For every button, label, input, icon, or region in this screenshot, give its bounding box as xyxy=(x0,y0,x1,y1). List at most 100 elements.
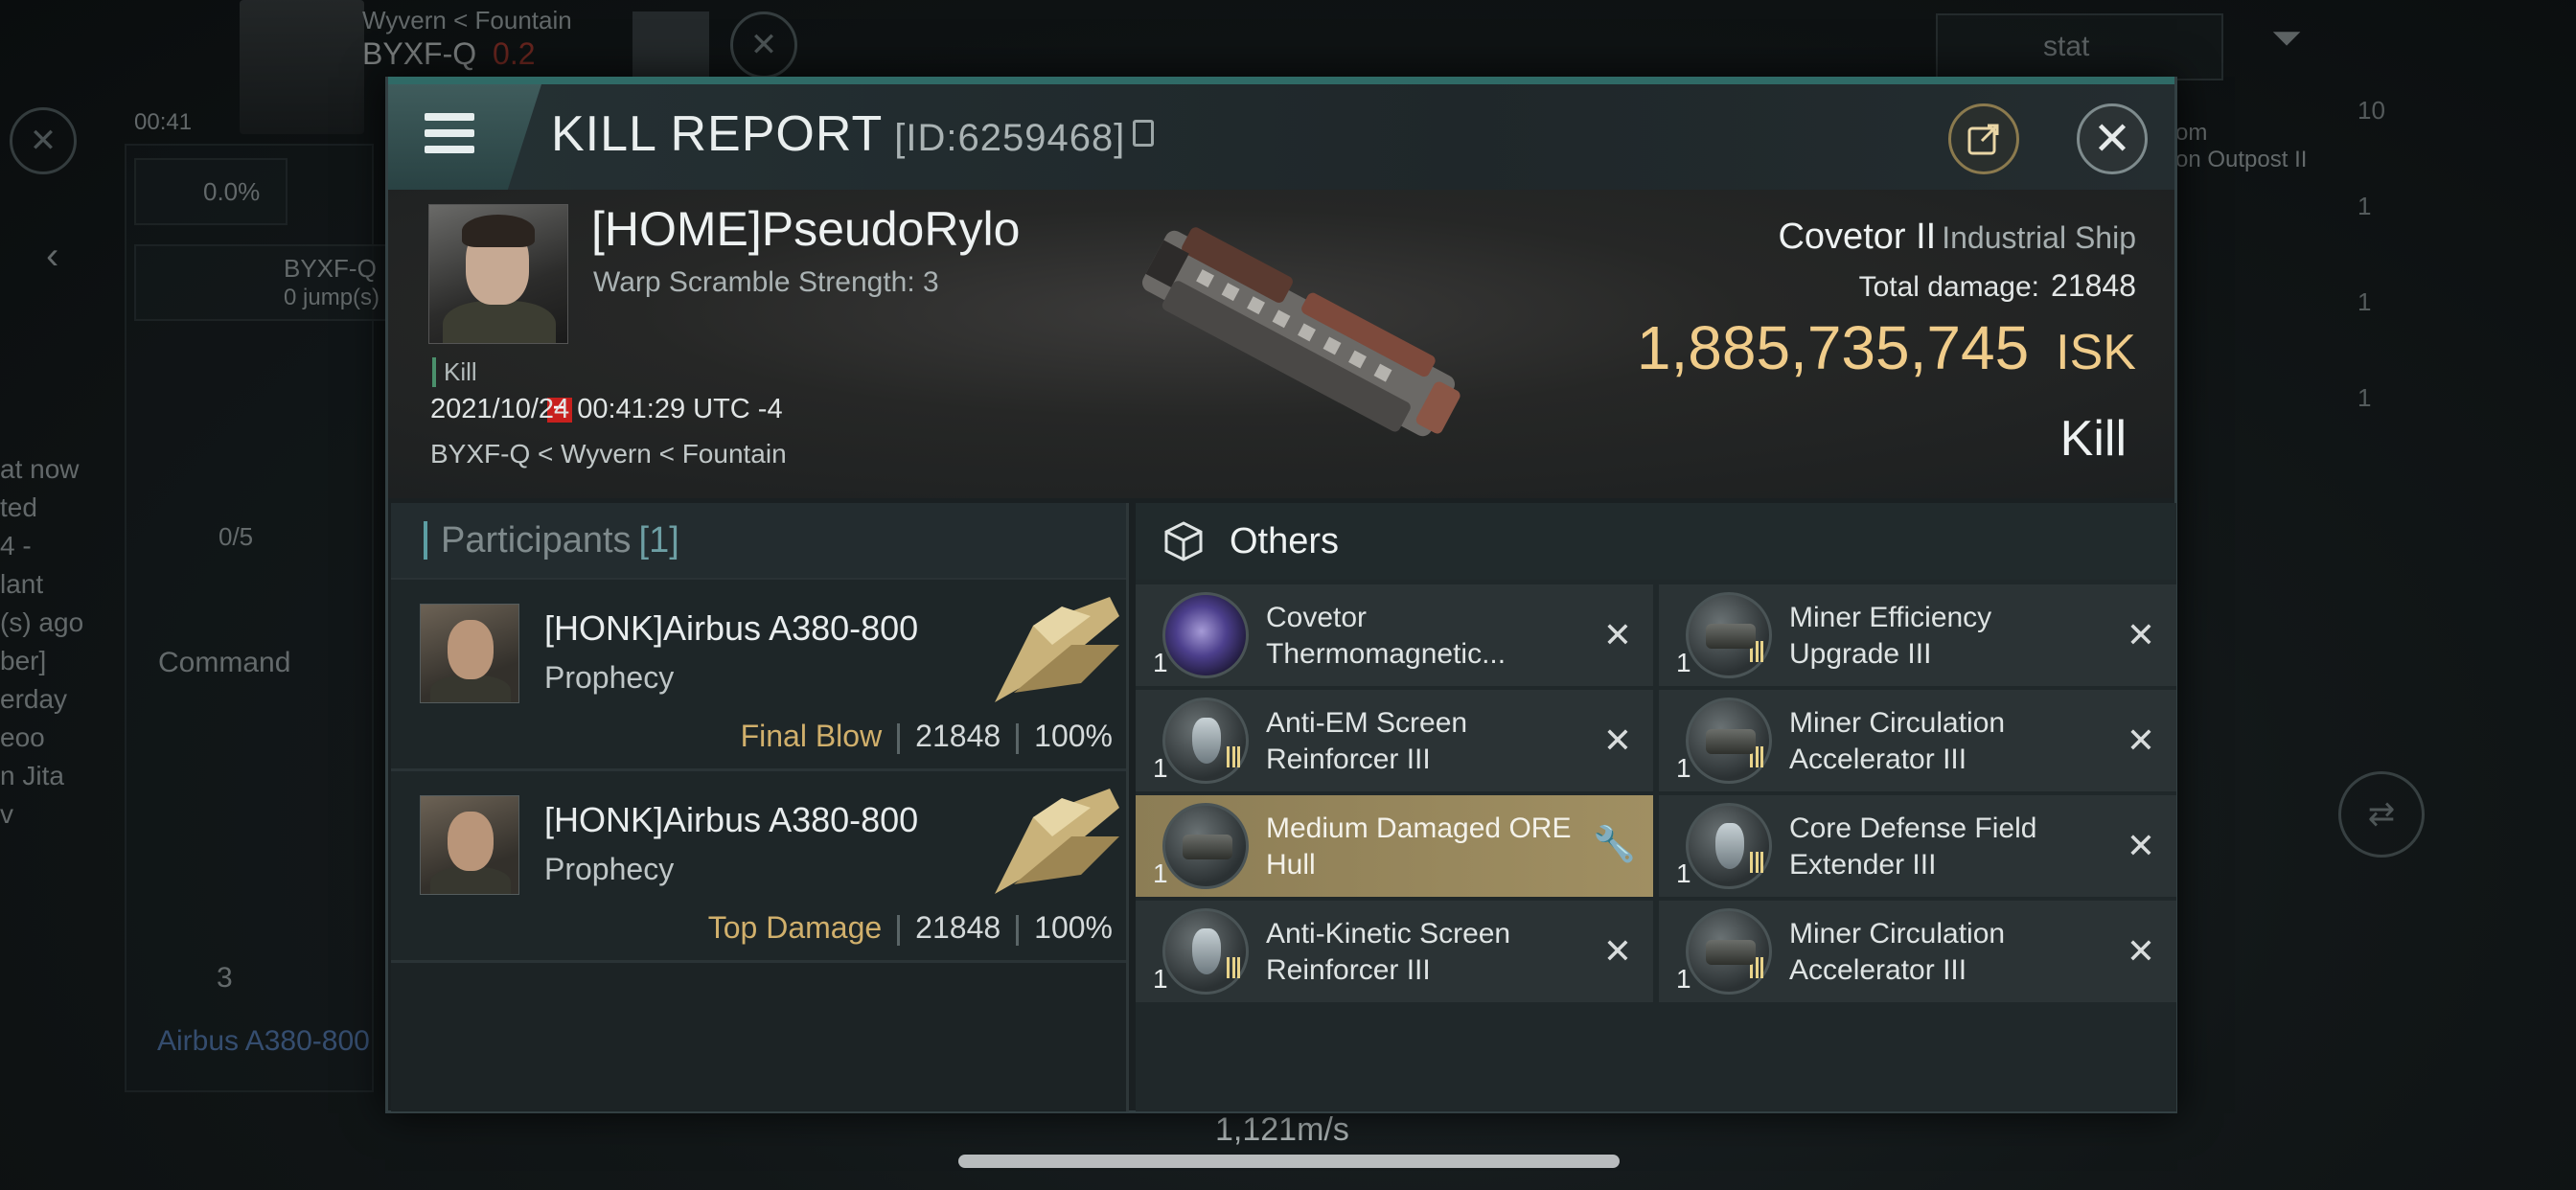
cube-icon xyxy=(1164,521,1203,561)
participant-portrait[interactable] xyxy=(420,604,519,703)
command-button[interactable]: Command xyxy=(158,647,290,679)
participant-percent: 100% xyxy=(1034,719,1113,753)
victim-portrait[interactable] xyxy=(428,204,568,344)
separator xyxy=(897,914,901,946)
accent-line xyxy=(388,77,2174,84)
kill-location[interactable]: BYXF-Q < Wyvern < Fountain xyxy=(430,439,787,469)
ship-name: Covetor II xyxy=(1778,217,1937,257)
security-status: 0.2 xyxy=(493,36,536,71)
snippet: n Jita xyxy=(0,761,64,790)
close-button[interactable]: ✕ xyxy=(2077,103,2148,174)
item-icon xyxy=(1162,803,1249,889)
hamburger-icon xyxy=(425,113,474,157)
snippet: at now xyxy=(0,454,80,484)
participant-portrait[interactable] xyxy=(420,795,519,895)
destroyed-icon: ✕ xyxy=(1602,931,1632,971)
item-quantity: 1 xyxy=(1676,648,1691,677)
location-card-line: on Outpost II xyxy=(2175,147,2308,172)
result-label: Kill xyxy=(2059,411,2127,467)
percent-box: 0.0% xyxy=(134,158,288,225)
kill-report-window: KILL REPORT [ID:6259468] ✕ − [HOME]Pseudo… xyxy=(385,77,2177,1113)
filter-icon[interactable]: ⏷ xyxy=(2271,17,2329,75)
victim-name[interactable]: [HOME]PseudoRylo xyxy=(591,201,1020,257)
copy-icon[interactable] xyxy=(1133,120,1155,148)
item-quantity: 1 xyxy=(1676,753,1691,783)
separator xyxy=(897,722,901,754)
snippet: ber] xyxy=(0,646,47,675)
item-entry[interactable]: 1 Covetor Thermomagnetic... ✕ xyxy=(1136,584,1653,686)
route-jumps: 0 jump(s) xyxy=(284,285,380,310)
share-button[interactable] xyxy=(1948,103,2019,174)
snippet: v xyxy=(0,799,13,829)
close-icon: ✕ xyxy=(2092,114,2132,165)
close-icon[interactable]: ✕ xyxy=(10,107,77,174)
participant-percent: 100% xyxy=(1034,910,1113,945)
victim-ship[interactable]: Covetor II Industrial Ship xyxy=(1778,217,2136,258)
item-name: Miner Circulation Accelerator III xyxy=(1789,707,2006,775)
chevron-left-icon[interactable]: ‹ xyxy=(46,235,58,278)
participant-damage: 21848 xyxy=(915,719,1001,753)
item-icon xyxy=(1686,592,1772,678)
swap-icon[interactable]: ⇄ xyxy=(2338,771,2425,858)
destroyed-icon: ✕ xyxy=(1602,721,1632,760)
clock: 00:41 xyxy=(134,109,193,135)
item-name: Anti-EM Screen Reinforcer III xyxy=(1266,707,1468,775)
item-entry[interactable]: 1 Miner Circulation Accelerator III ✕ xyxy=(1659,690,2176,791)
right-indicators: 10 1 1 1 xyxy=(2358,96,2472,479)
report-id: [ID:6259468] xyxy=(894,117,1126,159)
page-title: KILL REPORT [ID:6259468] xyxy=(551,105,1155,163)
item-entry[interactable]: 1 Miner Efficiency Upgrade III ✕ xyxy=(1659,584,2176,686)
kill-report-header: KILL REPORT [ID:6259468] ✕ xyxy=(388,84,2174,190)
item-name: Medium Damaged ORE Hull xyxy=(1266,812,1572,881)
item-quantity: 1 xyxy=(1676,858,1691,888)
capacity: 0/5 xyxy=(218,522,254,551)
home-indicator[interactable] xyxy=(958,1155,1620,1168)
overview-tab-label: stat xyxy=(2043,31,2090,62)
item-name: Anti-Kinetic Screen Reinforcer III xyxy=(1266,918,1511,986)
wrench-icon: 🔧 xyxy=(1593,824,1636,863)
total-damage-label: Total damage: xyxy=(1858,271,2040,303)
snippet: (s) ago xyxy=(0,607,84,637)
participants-header: Participants [1] xyxy=(391,503,1126,580)
others-header: Others xyxy=(1136,503,2176,580)
system-name: BYXF-Q xyxy=(362,36,477,71)
total-damage-value: 21848 xyxy=(2051,268,2136,303)
item-quantity: 1 xyxy=(1153,858,1168,888)
indicator-count: 1 xyxy=(2358,192,2372,220)
speed-readout: 1,121m/s xyxy=(1215,1111,1349,1148)
current-system[interactable]: BYXF-Q 0.2 xyxy=(362,36,536,72)
game-screen: { "hud": { "region_path": "Wyvern < Foun… xyxy=(0,0,2576,1190)
item-entry[interactable]: 1 Miner Circulation Accelerator III ✕ xyxy=(1659,901,2176,1002)
item-entry[interactable]: 1 Core Defense Field Extender III ✕ xyxy=(1659,795,2176,897)
snippet: ted xyxy=(0,492,37,522)
destroyed-icon: ✕ xyxy=(1602,615,1632,654)
external-link-icon xyxy=(1967,124,1999,155)
item-entry[interactable]: 1 Medium Damaged ORE Hull 🔧 xyxy=(1136,795,1653,897)
item-entry[interactable]: 1 Anti-Kinetic Screen Reinforcer III ✕ xyxy=(1136,901,1653,1002)
participant-row[interactable]: [HONK]Airbus A380-800 Prophecy Final Blow 2… xyxy=(391,580,1126,771)
side-snippets: at now ted 4 - lant (s) ago ber] erday e… xyxy=(0,450,83,834)
item-name: Core Defense Field Extender III xyxy=(1789,812,2037,881)
item-quantity: 1 xyxy=(1153,964,1168,994)
location-card[interactable]: om on Outpost II xyxy=(2175,120,2307,173)
pilot-portrait[interactable] xyxy=(240,0,364,134)
separator xyxy=(1016,722,1020,754)
participant-stats: Top Damage 21848 100% xyxy=(708,910,1113,946)
pilot-link[interactable]: Airbus A380-800 xyxy=(157,1025,370,1058)
item-entry[interactable]: 1 Anti-EM Screen Reinforcer III ✕ xyxy=(1136,690,1653,791)
route-box[interactable]: BYXF-Q 0 jump(s) xyxy=(134,244,422,321)
participant-ship-image xyxy=(995,597,1119,702)
snippet: 4 - xyxy=(0,531,32,561)
participant-row[interactable]: [HONK]Airbus A380-800 Prophecy Top Damage 2… xyxy=(391,771,1126,963)
cross-icon[interactable]: ✕ xyxy=(730,11,797,79)
participant-tag: Final Blow xyxy=(740,719,883,753)
biohazard-icon[interactable] xyxy=(632,11,709,79)
local-count: 3 xyxy=(217,962,233,994)
snippet: lant xyxy=(0,569,44,599)
participant-ship-image xyxy=(995,789,1119,894)
menu-button[interactable] xyxy=(388,84,541,190)
victim-ship-image[interactable] xyxy=(1097,209,1500,458)
overview-dropdown[interactable]: stat xyxy=(1936,13,2223,80)
header-bar xyxy=(424,521,427,560)
item-icon xyxy=(1686,698,1772,784)
